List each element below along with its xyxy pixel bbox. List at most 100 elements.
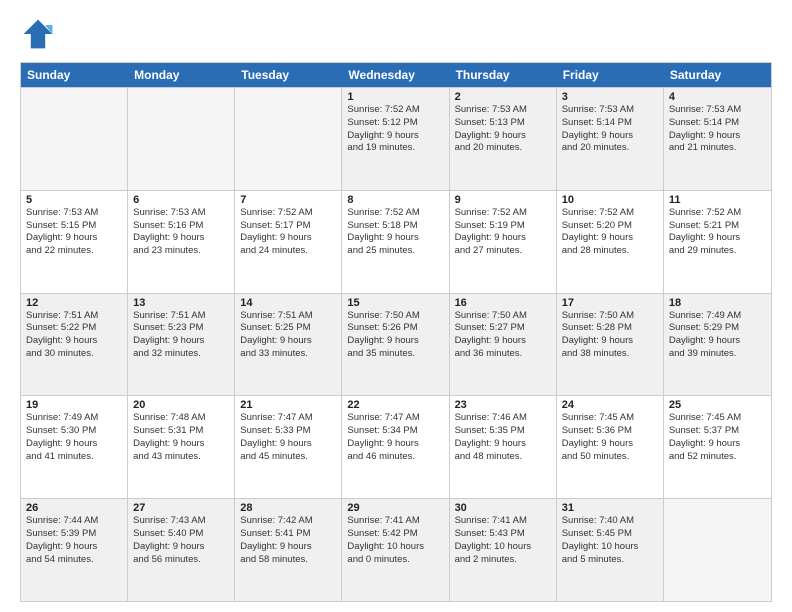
weekday-header: Wednesday [342, 63, 449, 87]
day-number: 24 [562, 399, 658, 411]
cell-content: Sunrise: 7:53 AM Sunset: 5:14 PM Dayligh… [669, 104, 766, 155]
cell-content: Sunrise: 7:51 AM Sunset: 5:23 PM Dayligh… [133, 310, 229, 361]
day-number: 22 [347, 399, 443, 411]
day-number: 4 [669, 91, 766, 103]
calendar-cell: 4Sunrise: 7:53 AM Sunset: 5:14 PM Daylig… [664, 88, 771, 190]
cell-content: Sunrise: 7:41 AM Sunset: 5:42 PM Dayligh… [347, 515, 443, 566]
calendar-body: 1Sunrise: 7:52 AM Sunset: 5:12 PM Daylig… [21, 87, 771, 601]
cell-content: Sunrise: 7:53 AM Sunset: 5:15 PM Dayligh… [26, 207, 122, 258]
calendar-cell: 5Sunrise: 7:53 AM Sunset: 5:15 PM Daylig… [21, 191, 128, 293]
header [20, 16, 772, 52]
cell-content: Sunrise: 7:49 AM Sunset: 5:29 PM Dayligh… [669, 310, 766, 361]
calendar-cell: 17Sunrise: 7:50 AM Sunset: 5:28 PM Dayli… [557, 294, 664, 396]
day-number: 13 [133, 297, 229, 309]
day-number: 20 [133, 399, 229, 411]
cell-content: Sunrise: 7:45 AM Sunset: 5:37 PM Dayligh… [669, 412, 766, 463]
calendar-row: 12Sunrise: 7:51 AM Sunset: 5:22 PM Dayli… [21, 293, 771, 396]
calendar-cell [235, 88, 342, 190]
calendar-cell: 27Sunrise: 7:43 AM Sunset: 5:40 PM Dayli… [128, 499, 235, 601]
cell-content: Sunrise: 7:53 AM Sunset: 5:13 PM Dayligh… [455, 104, 551, 155]
day-number: 27 [133, 502, 229, 514]
day-number: 7 [240, 194, 336, 206]
cell-content: Sunrise: 7:50 AM Sunset: 5:28 PM Dayligh… [562, 310, 658, 361]
calendar-cell: 29Sunrise: 7:41 AM Sunset: 5:42 PM Dayli… [342, 499, 449, 601]
day-number: 25 [669, 399, 766, 411]
calendar-cell [21, 88, 128, 190]
calendar-cell: 23Sunrise: 7:46 AM Sunset: 5:35 PM Dayli… [450, 396, 557, 498]
day-number: 26 [26, 502, 122, 514]
cell-content: Sunrise: 7:50 AM Sunset: 5:26 PM Dayligh… [347, 310, 443, 361]
day-number: 6 [133, 194, 229, 206]
calendar-cell: 13Sunrise: 7:51 AM Sunset: 5:23 PM Dayli… [128, 294, 235, 396]
calendar-cell: 30Sunrise: 7:41 AM Sunset: 5:43 PM Dayli… [450, 499, 557, 601]
calendar-cell: 24Sunrise: 7:45 AM Sunset: 5:36 PM Dayli… [557, 396, 664, 498]
day-number: 9 [455, 194, 551, 206]
day-number: 1 [347, 91, 443, 103]
cell-content: Sunrise: 7:53 AM Sunset: 5:14 PM Dayligh… [562, 104, 658, 155]
day-number: 10 [562, 194, 658, 206]
day-number: 5 [26, 194, 122, 206]
weekday-header: Tuesday [235, 63, 342, 87]
calendar-cell: 8Sunrise: 7:52 AM Sunset: 5:18 PM Daylig… [342, 191, 449, 293]
cell-content: Sunrise: 7:44 AM Sunset: 5:39 PM Dayligh… [26, 515, 122, 566]
weekday-header: Saturday [664, 63, 771, 87]
day-number: 18 [669, 297, 766, 309]
cell-content: Sunrise: 7:42 AM Sunset: 5:41 PM Dayligh… [240, 515, 336, 566]
day-number: 15 [347, 297, 443, 309]
calendar-cell [664, 499, 771, 601]
day-number: 16 [455, 297, 551, 309]
weekday-header: Friday [557, 63, 664, 87]
calendar-cell: 1Sunrise: 7:52 AM Sunset: 5:12 PM Daylig… [342, 88, 449, 190]
cell-content: Sunrise: 7:52 AM Sunset: 5:19 PM Dayligh… [455, 207, 551, 258]
cell-content: Sunrise: 7:47 AM Sunset: 5:34 PM Dayligh… [347, 412, 443, 463]
day-number: 21 [240, 399, 336, 411]
day-number: 30 [455, 502, 551, 514]
calendar-cell: 16Sunrise: 7:50 AM Sunset: 5:27 PM Dayli… [450, 294, 557, 396]
cell-content: Sunrise: 7:52 AM Sunset: 5:17 PM Dayligh… [240, 207, 336, 258]
day-number: 19 [26, 399, 122, 411]
calendar-cell: 22Sunrise: 7:47 AM Sunset: 5:34 PM Dayli… [342, 396, 449, 498]
day-number: 17 [562, 297, 658, 309]
cell-content: Sunrise: 7:48 AM Sunset: 5:31 PM Dayligh… [133, 412, 229, 463]
day-number: 28 [240, 502, 336, 514]
cell-content: Sunrise: 7:51 AM Sunset: 5:22 PM Dayligh… [26, 310, 122, 361]
calendar-cell: 18Sunrise: 7:49 AM Sunset: 5:29 PM Dayli… [664, 294, 771, 396]
calendar-cell: 6Sunrise: 7:53 AM Sunset: 5:16 PM Daylig… [128, 191, 235, 293]
calendar-header: SundayMondayTuesdayWednesdayThursdayFrid… [21, 63, 771, 87]
cell-content: Sunrise: 7:52 AM Sunset: 5:21 PM Dayligh… [669, 207, 766, 258]
calendar-cell: 7Sunrise: 7:52 AM Sunset: 5:17 PM Daylig… [235, 191, 342, 293]
calendar-row: 1Sunrise: 7:52 AM Sunset: 5:12 PM Daylig… [21, 87, 771, 190]
calendar-cell: 26Sunrise: 7:44 AM Sunset: 5:39 PM Dayli… [21, 499, 128, 601]
calendar-cell: 14Sunrise: 7:51 AM Sunset: 5:25 PM Dayli… [235, 294, 342, 396]
day-number: 29 [347, 502, 443, 514]
calendar-cell: 21Sunrise: 7:47 AM Sunset: 5:33 PM Dayli… [235, 396, 342, 498]
day-number: 12 [26, 297, 122, 309]
cell-content: Sunrise: 7:51 AM Sunset: 5:25 PM Dayligh… [240, 310, 336, 361]
weekday-header: Thursday [450, 63, 557, 87]
cell-content: Sunrise: 7:40 AM Sunset: 5:45 PM Dayligh… [562, 515, 658, 566]
day-number: 2 [455, 91, 551, 103]
cell-content: Sunrise: 7:50 AM Sunset: 5:27 PM Dayligh… [455, 310, 551, 361]
cell-content: Sunrise: 7:45 AM Sunset: 5:36 PM Dayligh… [562, 412, 658, 463]
cell-content: Sunrise: 7:47 AM Sunset: 5:33 PM Dayligh… [240, 412, 336, 463]
calendar-cell: 9Sunrise: 7:52 AM Sunset: 5:19 PM Daylig… [450, 191, 557, 293]
calendar-cell: 12Sunrise: 7:51 AM Sunset: 5:22 PM Dayli… [21, 294, 128, 396]
cell-content: Sunrise: 7:53 AM Sunset: 5:16 PM Dayligh… [133, 207, 229, 258]
cell-content: Sunrise: 7:52 AM Sunset: 5:18 PM Dayligh… [347, 207, 443, 258]
day-number: 8 [347, 194, 443, 206]
cell-content: Sunrise: 7:41 AM Sunset: 5:43 PM Dayligh… [455, 515, 551, 566]
calendar-cell: 31Sunrise: 7:40 AM Sunset: 5:45 PM Dayli… [557, 499, 664, 601]
calendar-cell: 19Sunrise: 7:49 AM Sunset: 5:30 PM Dayli… [21, 396, 128, 498]
cell-content: Sunrise: 7:43 AM Sunset: 5:40 PM Dayligh… [133, 515, 229, 566]
day-number: 11 [669, 194, 766, 206]
weekday-header: Sunday [21, 63, 128, 87]
cell-content: Sunrise: 7:52 AM Sunset: 5:20 PM Dayligh… [562, 207, 658, 258]
calendar-row: 26Sunrise: 7:44 AM Sunset: 5:39 PM Dayli… [21, 498, 771, 601]
logo-icon [20, 16, 56, 52]
weekday-header: Monday [128, 63, 235, 87]
day-number: 23 [455, 399, 551, 411]
cell-content: Sunrise: 7:52 AM Sunset: 5:12 PM Dayligh… [347, 104, 443, 155]
calendar-row: 5Sunrise: 7:53 AM Sunset: 5:15 PM Daylig… [21, 190, 771, 293]
cell-content: Sunrise: 7:49 AM Sunset: 5:30 PM Dayligh… [26, 412, 122, 463]
cell-content: Sunrise: 7:46 AM Sunset: 5:35 PM Dayligh… [455, 412, 551, 463]
